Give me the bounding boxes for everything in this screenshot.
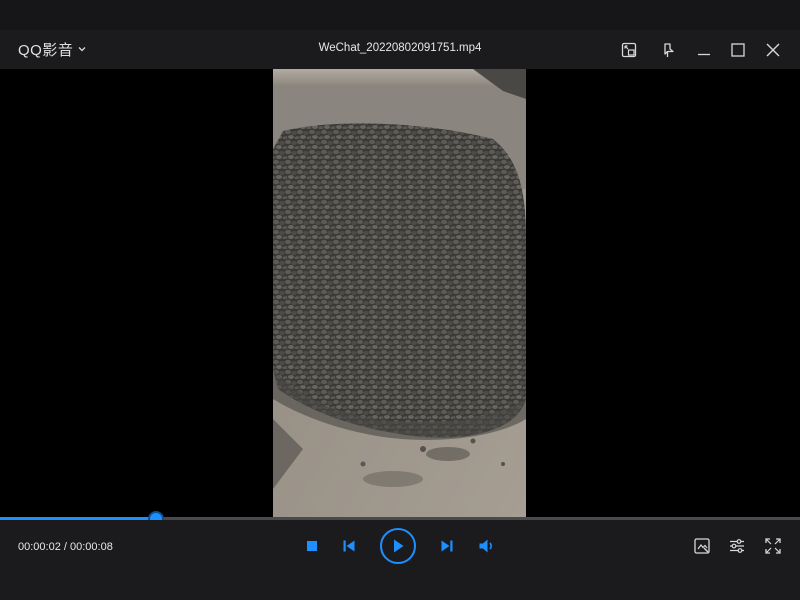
settings-icon: [728, 537, 746, 555]
screenshot-icon: [693, 537, 711, 555]
play-icon: [391, 538, 405, 554]
pin-icon: [659, 41, 677, 59]
previous-icon: [342, 539, 356, 553]
app-menu-button[interactable]: QQ影音: [18, 38, 87, 60]
stop-button[interactable]: [302, 536, 322, 556]
minimize-icon: [696, 42, 712, 58]
maximize-icon: [730, 42, 746, 58]
file-title: WeChat_20220802091751.mp4: [318, 42, 482, 54]
video-area[interactable]: [0, 69, 800, 521]
title-bar: QQ影音 WeChat_20220802091751.mp4: [0, 30, 800, 69]
screenshot-button[interactable]: [690, 534, 714, 558]
close-icon: [765, 42, 781, 58]
next-icon: [440, 539, 454, 553]
chevron-down-icon: [77, 44, 87, 54]
stop-icon: [306, 540, 318, 552]
window-top-strip: [0, 0, 800, 30]
next-button[interactable]: [436, 536, 458, 556]
video-frame-image: [273, 69, 526, 521]
time-readout: 00:00:02 / 00:00:08: [18, 541, 113, 553]
picture-in-picture-icon: [620, 41, 638, 59]
volume-button[interactable]: [475, 535, 499, 557]
maximize-button[interactable]: [726, 38, 750, 62]
app-menu-label: QQ影音: [18, 41, 74, 59]
control-bar: 00:00:02 / 00:00:08: [0, 520, 800, 600]
play-button[interactable]: [380, 528, 416, 564]
fullscreen-icon: [764, 537, 782, 555]
volume-icon: [478, 538, 496, 554]
fullscreen-button[interactable]: [761, 534, 785, 558]
pin-button[interactable]: [656, 38, 680, 62]
minimize-button[interactable]: [692, 38, 716, 62]
settings-button[interactable]: [725, 534, 749, 558]
mini-mode-button[interactable]: [617, 38, 641, 62]
previous-button[interactable]: [338, 536, 360, 556]
close-button[interactable]: [761, 38, 785, 62]
video-frame: [273, 69, 526, 521]
